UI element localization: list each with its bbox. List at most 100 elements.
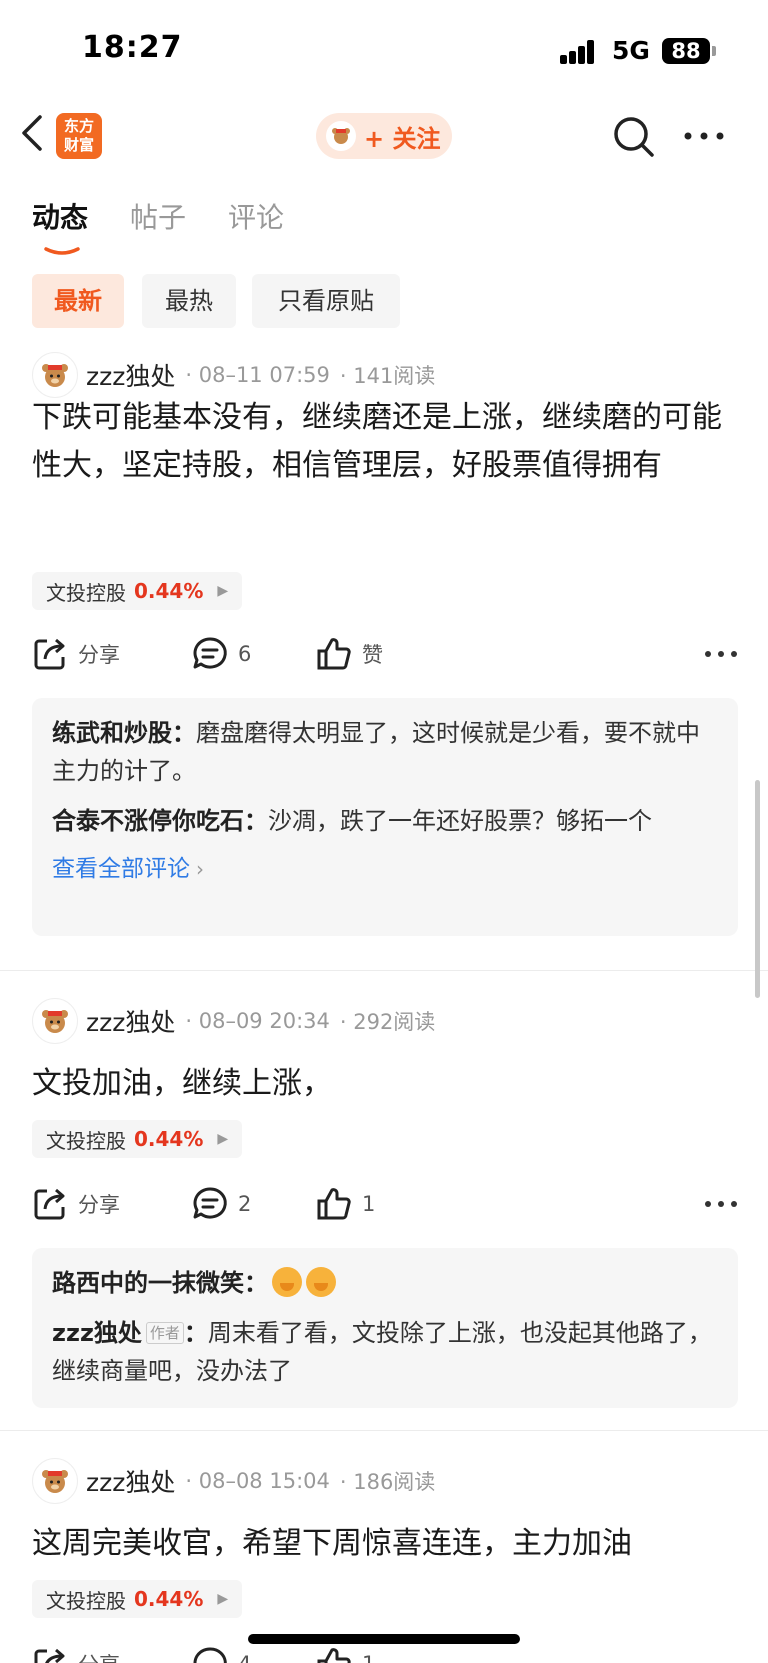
thumbs-up-icon [317, 638, 351, 670]
app-logo[interactable]: 东方 财富 [56, 113, 102, 159]
comment-button[interactable]: 6 [192, 632, 251, 676]
battery-tip [712, 46, 716, 56]
share-button[interactable]: 分享 [32, 632, 120, 676]
comment-item[interactable]: 合泰不涨停你吃石：沙凋，跌了一年还好股票？够拓一个 [52, 802, 718, 840]
filter-original-only[interactable]: 只看原贴 [252, 274, 400, 328]
post-date: · 08–11 07:59 [185, 363, 330, 387]
more-icon[interactable] [704, 642, 738, 666]
battery-icon: 88 [662, 38, 710, 64]
comment-button[interactable]: 4 [192, 1642, 251, 1663]
post-divider [0, 970, 768, 971]
tab-comments[interactable]: 评论 [228, 196, 284, 236]
post-text[interactable]: 下跌可能基本没有，继续磨还是上涨，继续磨的可能性大，坚定持股，相信管理层，好股票… [32, 394, 738, 490]
share-button[interactable]: 分享 [32, 1642, 120, 1663]
avatar-icon [326, 121, 356, 151]
post-text[interactable]: 文投加油，继续上涨， [32, 1060, 738, 1108]
post-author-row[interactable]: zzz独处 · 08–09 20:34 · 292阅读 [32, 998, 435, 1044]
stock-tag[interactable]: 文投控股 0.44% ▶ [32, 1580, 243, 1618]
comment-separator: ： [183, 1319, 208, 1347]
post-author-row[interactable]: zzz独处 · 08–08 15:04 · 186阅读 [32, 1458, 435, 1504]
smile-emoji-icon [306, 1267, 336, 1297]
commenter-name[interactable]: 练武和炒股 [52, 719, 172, 747]
share-label: 分享 [78, 1193, 120, 1217]
read-count: · 141阅读 [339, 364, 436, 388]
comment-separator: ： [244, 807, 268, 835]
stock-name: 文投控股 [46, 1588, 126, 1613]
status-time: 18:27 [82, 30, 183, 65]
comment-icon [193, 1647, 227, 1663]
commenter-name[interactable]: 路西中的一抹微笑 [52, 1269, 244, 1297]
post-author-row[interactable]: zzz独处 · 08–11 07:59 · 141阅读 [32, 352, 435, 398]
post-actions: 分享 6 赞 [32, 632, 738, 676]
like-label: 赞 [362, 643, 383, 667]
post-actions: 分享 4 1 [32, 1642, 738, 1663]
commenter-name[interactable]: 合泰不涨停你吃石 [52, 807, 244, 835]
share-label: 分享 [78, 1649, 120, 1663]
commenter-name[interactable]: zzz独处 [52, 1319, 142, 1347]
like-count: 1 [362, 1192, 376, 1216]
comment-preview: 练武和炒股：磨盘磨得太明显了，这时候就是少看，要不就中主力的计了。 合泰不涨停你… [32, 698, 738, 936]
scrollbar[interactable] [755, 780, 760, 998]
like-button[interactable]: 1 [316, 1182, 375, 1226]
chevron-right-icon: ▶ [217, 1591, 229, 1607]
comment-item[interactable]: 路西中的一抹微笑： [52, 1264, 718, 1302]
thumbs-up-icon [317, 1648, 351, 1663]
comment-count: 6 [238, 642, 252, 666]
comment-item[interactable]: 练武和炒股：磨盘磨得太明显了，这时候就是少看，要不就中主力的计了。 [52, 714, 718, 790]
comment-count: 4 [238, 1652, 251, 1663]
network-type: 5G [612, 36, 650, 65]
stock-change: 0.44% [134, 1587, 204, 1611]
avatar[interactable] [32, 1458, 78, 1504]
author-badge: 作者 [145, 1322, 184, 1344]
status-bar: 18:27 5G 88 [0, 0, 768, 100]
follow-button[interactable]: + 关注 [316, 113, 452, 159]
stock-tag[interactable]: 文投控股 0.44% ▶ [32, 1120, 243, 1158]
more-icon[interactable] [682, 121, 726, 151]
share-button[interactable]: 分享 [32, 1182, 120, 1226]
post-date: · 08–08 15:04 [185, 1469, 330, 1493]
view-all-comments-link[interactable]: 查看全部评论 › [52, 852, 718, 886]
thumbs-up-icon [317, 1188, 351, 1220]
comment-button[interactable]: 2 [192, 1182, 251, 1226]
chevron-right-icon: ▶ [217, 583, 229, 599]
like-button[interactable]: 1 [316, 1642, 375, 1663]
active-tab-indicator [44, 240, 80, 255]
post-divider [0, 1430, 768, 1431]
avatar[interactable] [32, 998, 78, 1044]
home-indicator[interactable] [248, 1634, 520, 1644]
comment-count: 2 [238, 1192, 252, 1216]
author-name[interactable]: zzz独处 [86, 357, 175, 393]
read-count: · 186阅读 [339, 1470, 436, 1494]
avatar[interactable] [32, 352, 78, 398]
filter-latest[interactable]: 最新 [32, 274, 124, 328]
stock-change: 0.44% [134, 579, 204, 603]
tab-posts[interactable]: 帖子 [130, 196, 186, 236]
like-count: 1 [362, 1652, 375, 1663]
filter-hot[interactable]: 最热 [142, 274, 236, 328]
share-icon [34, 1188, 65, 1220]
post-text[interactable]: 这周完美收官，希望下周惊喜连连，主力加油 [32, 1520, 738, 1568]
back-icon[interactable] [16, 111, 52, 155]
share-icon [34, 638, 65, 670]
comment-item[interactable]: zzz独处 作者 ：周末看了看，文投除了上涨，也没起其他路了，继续商量吧，没办法了 [52, 1314, 718, 1390]
author-name[interactable]: zzz独处 [86, 1003, 175, 1039]
like-button[interactable]: 赞 [316, 632, 383, 676]
read-count: · 292阅读 [339, 1010, 436, 1034]
stock-name: 文投控股 [46, 580, 126, 605]
stock-tag[interactable]: 文投控股 0.44% ▶ [32, 572, 243, 610]
chevron-right-icon: ▶ [217, 1131, 229, 1147]
chevron-right-icon: › [196, 857, 204, 881]
post-actions: 分享 2 1 [32, 1182, 738, 1226]
comment-icon [193, 1187, 227, 1219]
author-name[interactable]: zzz独处 [86, 1463, 175, 1499]
comment-separator: ： [172, 719, 196, 747]
search-icon[interactable] [612, 115, 656, 159]
signal-icon [560, 40, 602, 64]
tab-dynamics[interactable]: 动态 [32, 196, 88, 236]
comment-icon [193, 637, 227, 669]
more-icon[interactable] [704, 1192, 738, 1216]
follow-label: + 关注 [364, 124, 441, 153]
comment-text: 沙凋，跌了一年还好股票？够拓一个 [268, 807, 652, 835]
stock-name: 文投控股 [46, 1128, 126, 1153]
view-all-label: 查看全部评论 [52, 856, 190, 882]
